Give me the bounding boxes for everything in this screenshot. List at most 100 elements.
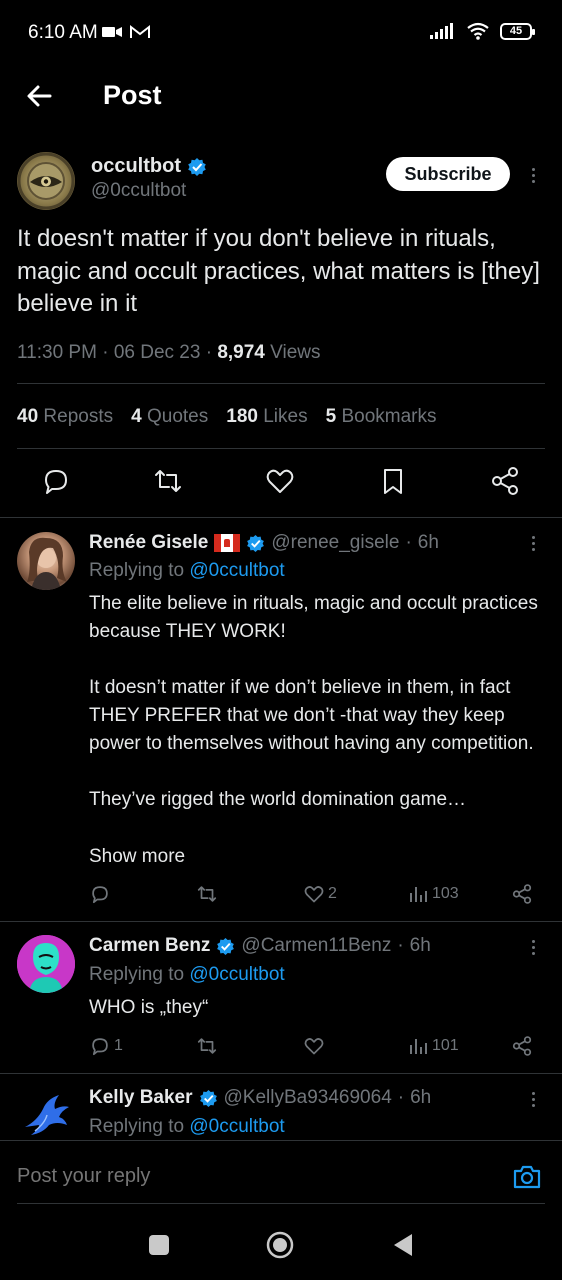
- reply-input[interactable]: [17, 1165, 477, 1188]
- verified-badge-icon: [217, 937, 235, 955]
- comment-icon: [45, 470, 67, 494]
- reply-header: Renée Gisele @renee_gisele · 6h: [89, 532, 439, 554]
- video-camera-icon: [102, 27, 122, 37]
- reply-time: 6h: [417, 532, 439, 553]
- subscribe-button[interactable]: Subscribe: [386, 157, 510, 191]
- more-options-button[interactable]: [523, 1087, 543, 1111]
- more-options-button[interactable]: [523, 163, 543, 187]
- replying-to-link[interactable]: @0ccultbot: [189, 964, 284, 985]
- author-name-row[interactable]: occultbot: [91, 155, 207, 178]
- top-bar: Post: [0, 68, 562, 124]
- separator-dot: ·: [397, 935, 404, 956]
- repost-button[interactable]: [152, 465, 184, 497]
- home-button[interactable]: [265, 1230, 295, 1260]
- avatar-portrait: [27, 537, 67, 590]
- share-icon: [512, 884, 532, 904]
- repost-button[interactable]: [196, 883, 218, 905]
- replying-to-link[interactable]: @0ccultbot: [189, 1116, 284, 1137]
- repost-button[interactable]: [196, 1035, 218, 1057]
- author-name: occultbot: [91, 155, 181, 177]
- like-button[interactable]: [303, 1035, 325, 1057]
- reply-header: Kelly Baker @KellyBa93469064 · 6h: [89, 1087, 431, 1109]
- separator-dot: ·: [405, 532, 412, 553]
- system-nav-bar: [0, 1206, 562, 1280]
- views-count: 103: [432, 885, 459, 902]
- share-button[interactable]: [489, 465, 521, 497]
- heart-icon: [304, 1038, 324, 1055]
- views-button[interactable]: 101: [407, 1035, 459, 1057]
- verified-badge-icon: [188, 157, 206, 176]
- camera-button[interactable]: [511, 1161, 543, 1193]
- repost-icon: [197, 1038, 217, 1054]
- triangle-back-icon: [394, 1234, 412, 1256]
- back-button[interactable]: [24, 80, 56, 112]
- replying-to-link[interactable]: @0ccultbot: [189, 560, 284, 581]
- views-label: Views: [270, 342, 321, 363]
- comment-icon: [92, 886, 108, 904]
- reply-author-handle[interactable]: @KellyBa93469064: [224, 1087, 392, 1109]
- post-meta: 11:30 PM · 06 Dec 23 · 8,974 Views: [17, 342, 321, 363]
- wifi-icon: [467, 22, 489, 40]
- divider: [17, 448, 545, 449]
- views-count: 101: [432, 1037, 459, 1054]
- back-nav-button[interactable]: [388, 1230, 418, 1260]
- recent-apps-button[interactable]: [144, 1230, 174, 1260]
- arrow-left-icon: [27, 85, 52, 107]
- reply-author-handle[interactable]: @renee_gisele: [271, 532, 399, 554]
- reply-author-name[interactable]: Kelly Baker: [89, 1087, 193, 1109]
- reply-item[interactable]: Renée Gisele @renee_gisele · 6h Replying…: [0, 517, 562, 921]
- heart-icon: [266, 469, 294, 493]
- signal-icon: [430, 23, 453, 39]
- reply-button[interactable]: 1: [89, 1035, 123, 1057]
- reply-item[interactable]: Kelly Baker @KellyBa93469064 · 6h Replyi…: [0, 1073, 562, 1140]
- more-options-button[interactable]: [523, 935, 543, 959]
- reply-author-name[interactable]: Renée Gisele: [89, 532, 208, 554]
- gmail-icon: [130, 24, 150, 38]
- reply-avatar[interactable]: [17, 532, 75, 590]
- post-text: It doesn't matter if you don't believe i…: [17, 225, 540, 317]
- reply-item[interactable]: Carmen Benz @Carmen11Benz · 6h Replying …: [0, 921, 562, 1073]
- canada-flag-icon: [214, 534, 241, 552]
- page-title: Post: [103, 80, 162, 110]
- stat-bookmarks[interactable]: 5 Bookmarks: [326, 406, 437, 428]
- like-button[interactable]: 2: [303, 883, 337, 905]
- share-button[interactable]: [511, 883, 533, 905]
- stat-quotes[interactable]: 4 Quotes: [131, 406, 208, 428]
- repost-icon: [197, 886, 217, 902]
- avatar-portrait: [17, 935, 75, 993]
- reply-avatar[interactable]: [17, 1087, 75, 1140]
- reply-actions: 2 103: [0, 883, 562, 907]
- show-more-link[interactable]: Show more: [89, 843, 185, 871]
- stat-reposts[interactable]: 40 Reposts: [17, 406, 113, 428]
- circle-icon: [266, 1231, 294, 1259]
- replying-to-line: Replying to @0ccultbot: [89, 560, 285, 582]
- author-handle[interactable]: @0ccultbot: [91, 180, 186, 202]
- reply-button[interactable]: [40, 465, 72, 497]
- divider: [17, 1203, 545, 1204]
- post-actions: [0, 465, 562, 505]
- share-icon: [492, 467, 518, 495]
- share-button[interactable]: [511, 1035, 533, 1057]
- like-button[interactable]: [264, 465, 296, 497]
- post-time: 11:30 PM: [17, 342, 97, 363]
- status-notifications: [102, 24, 150, 40]
- more-options-button[interactable]: [523, 531, 543, 555]
- share-icon: [512, 1036, 532, 1056]
- reply-button[interactable]: [89, 883, 111, 905]
- battery-indicator: 45: [500, 22, 535, 40]
- replying-prefix: Replying to: [89, 964, 185, 985]
- author-avatar[interactable]: [17, 152, 75, 210]
- verified-badge-icon: [247, 534, 265, 552]
- views-count: 8,974: [217, 342, 265, 363]
- stat-likes[interactable]: 180 Likes: [226, 406, 307, 428]
- analytics-icon: [410, 887, 427, 902]
- analytics-icon: [410, 1039, 427, 1054]
- bookmark-button[interactable]: [377, 465, 409, 497]
- reply-author-name[interactable]: Carmen Benz: [89, 935, 210, 957]
- reply-avatar[interactable]: [17, 935, 75, 993]
- reply-count: 1: [114, 1037, 123, 1054]
- views-button[interactable]: 103: [407, 883, 459, 905]
- reply-author-handle[interactable]: @Carmen11Benz: [241, 935, 391, 957]
- reply-time: 6h: [410, 1087, 432, 1108]
- divider: [17, 383, 545, 384]
